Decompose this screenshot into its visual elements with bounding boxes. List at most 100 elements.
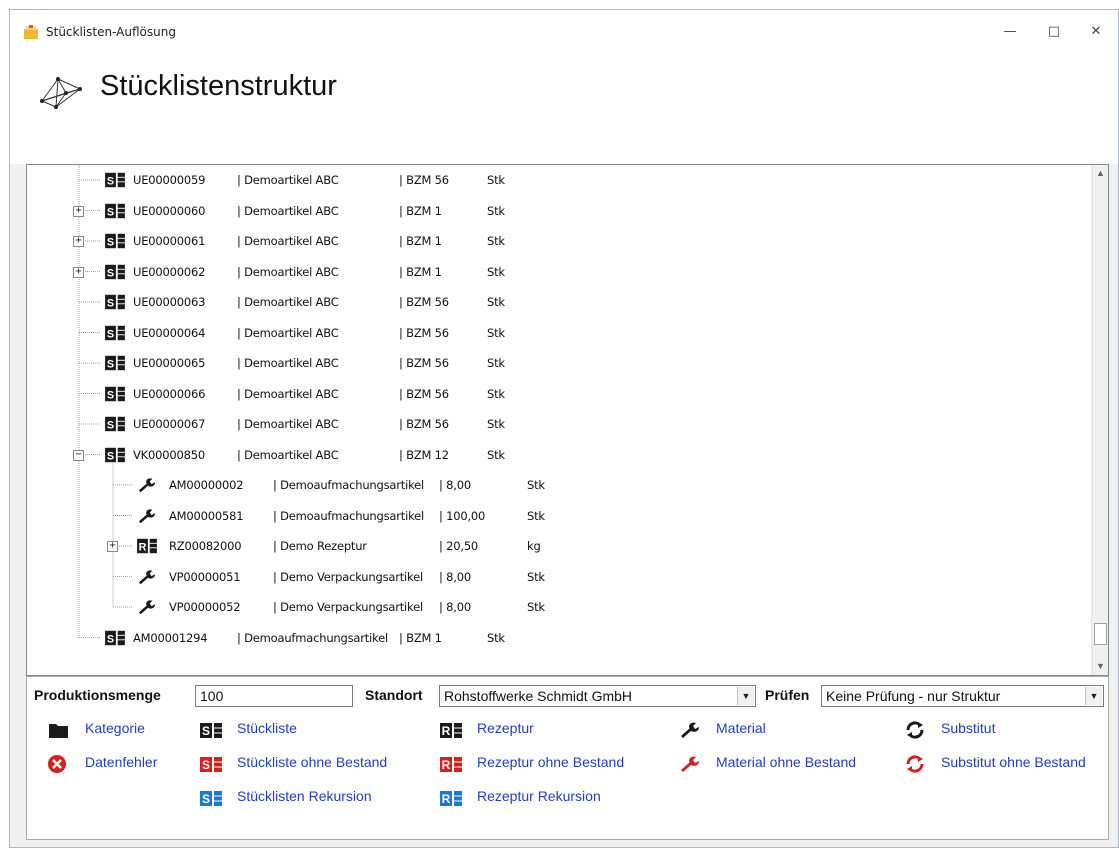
row-quantity: | BZM 56 bbox=[399, 356, 449, 370]
main-window: Stücklisten-Auflösung — □ ✕ Stücklistens… bbox=[9, 9, 1119, 848]
row-quantity: | BZM 56 bbox=[399, 386, 449, 401]
row-quantity: | 100,00 bbox=[439, 508, 486, 523]
svg-text:S: S bbox=[107, 450, 114, 462]
row-unit: Stk bbox=[487, 173, 505, 187]
row-name: | Demoartikel ABC bbox=[237, 203, 339, 218]
rezeptur-blue-icon: R bbox=[440, 791, 462, 806]
bom-tree-view[interactable]: S UE00000059 | Demoartikel ABC | BZM 56 Stk +… bbox=[26, 164, 1109, 676]
svg-text:S: S bbox=[107, 389, 114, 401]
scroll-down-arrow-icon[interactable]: ▼ bbox=[1092, 658, 1108, 675]
tree-row[interactable]: AM00000581 | Demoaufmachungsartikel | 100,… bbox=[27, 501, 1087, 531]
tree-row[interactable]: S UE00000067 | Demoartikel ABC | BZM 56 Stk bbox=[27, 409, 1087, 439]
svg-text:S: S bbox=[107, 328, 114, 340]
tree-row[interactable]: S UE00000065 | Demoartikel ABC | BZM 56 Stk bbox=[27, 348, 1087, 378]
svg-text:S: S bbox=[107, 298, 114, 310]
stueckliste-icon: S bbox=[103, 629, 127, 647]
tree-row[interactable]: S UE00000064 | Demoartikel ABC | BZM 56 Stk bbox=[27, 318, 1087, 348]
row-code: AM00000002 bbox=[169, 478, 244, 492]
bottom-panel: Produktionsmenge 100 Standort Rohstoffwe… bbox=[26, 676, 1109, 840]
tree-row[interactable]: VP00000052 | Demo Verpackungsartikel | 8,0… bbox=[27, 592, 1087, 622]
standort-select[interactable]: Rohstoffwerke Schmidt GmbH ▼ bbox=[439, 685, 756, 707]
svg-text:S: S bbox=[202, 758, 210, 772]
chevron-down-icon[interactable]: ▼ bbox=[737, 687, 754, 705]
legend-material-label: Material bbox=[716, 720, 766, 736]
row-unit: Stk bbox=[527, 508, 545, 523]
tree-row[interactable]: AM00000002 | Demoaufmachungsartikel | 8,00… bbox=[27, 470, 1087, 500]
stueckliste-icon: S bbox=[103, 415, 127, 433]
tree-row[interactable]: VP00000051 | Demo Verpackungsartikel | 8,0… bbox=[27, 562, 1087, 592]
row-code: UE00000064 bbox=[133, 325, 206, 340]
chevron-down-icon[interactable]: ▼ bbox=[1085, 687, 1102, 705]
pruefen-label: Prüfen bbox=[765, 687, 810, 703]
row-unit: Stk bbox=[527, 600, 545, 614]
expand-icon[interactable]: + bbox=[107, 541, 118, 552]
legend-datenfehler-label: Datenfehler bbox=[85, 754, 158, 770]
row-unit: Stk bbox=[487, 325, 505, 340]
svg-text:R: R bbox=[442, 758, 451, 772]
svg-text:R: R bbox=[442, 792, 451, 806]
scroll-up-arrow-icon[interactable]: ▲ bbox=[1092, 165, 1108, 182]
row-quantity: | BZM 56 bbox=[399, 295, 449, 309]
row-code: UE00000066 bbox=[133, 386, 206, 401]
row-code: AM00000581 bbox=[169, 508, 244, 523]
produktionsmenge-value: 100 bbox=[200, 688, 224, 704]
standort-value: Rohstoffwerke Schmidt GmbH bbox=[444, 688, 633, 704]
pruefen-select[interactable]: Keine Prüfung - nur Struktur ▼ bbox=[821, 685, 1104, 707]
legend-stueckliste-label: Stückliste bbox=[237, 720, 297, 736]
tree-row[interactable]: S AM00001294 | Demoaufmachungsartikel | BZM… bbox=[27, 623, 1087, 653]
expand-icon[interactable]: + bbox=[73, 205, 84, 217]
row-name: | Demoartikel ABC bbox=[237, 264, 339, 279]
row-unit: Stk bbox=[487, 417, 505, 431]
tree-row[interactable]: + R RZ00082000 | Demo Rezeptur | 20,50 kg bbox=[27, 531, 1087, 561]
tree-row[interactable]: S UE00000066 | Demoartikel ABC | BZM 56 Stk bbox=[27, 379, 1087, 409]
row-code: UE00000065 bbox=[133, 356, 206, 370]
stueckliste-icon: S bbox=[103, 202, 127, 220]
row-code: UE00000067 bbox=[133, 417, 206, 431]
wrench-red-icon bbox=[681, 756, 699, 772]
svg-text:S: S bbox=[107, 633, 114, 645]
tree-row[interactable]: + S UE00000062 | Demoartikel ABC | BZM 1 Stk bbox=[27, 257, 1087, 287]
tree-row[interactable]: + S UE00000060 | Demoartikel ABC | BZM 1 Stk bbox=[27, 196, 1087, 226]
scrollbar-thumb[interactable] bbox=[1094, 623, 1107, 645]
close-button[interactable]: ✕ bbox=[1086, 22, 1106, 42]
svg-text:S: S bbox=[107, 267, 114, 279]
row-quantity: | BZM 12 bbox=[399, 447, 449, 462]
tree-row[interactable]: + S UE00000061 | Demoartikel ABC | BZM 1 Stk bbox=[27, 226, 1087, 256]
row-quantity: | BZM 1 bbox=[399, 630, 442, 645]
tree-row[interactable]: − S VK00000850 | Demoartikel ABC | BZM 12 Stk bbox=[27, 440, 1087, 470]
tree-row[interactable]: S UE00000059 | Demoartikel ABC | BZM 56 Stk bbox=[27, 165, 1087, 195]
svg-text:S: S bbox=[202, 792, 210, 806]
row-unit: Stk bbox=[487, 234, 505, 248]
stueckliste-icon: S bbox=[103, 354, 127, 372]
maximize-button[interactable]: □ bbox=[1044, 22, 1064, 42]
tree-row[interactable]: S UE00000063 | Demoartikel ABC | BZM 56 Stk bbox=[27, 287, 1087, 317]
produktionsmenge-input[interactable]: 100 bbox=[195, 685, 353, 707]
row-quantity: | BZM 1 bbox=[399, 203, 442, 218]
wrench-icon bbox=[135, 476, 159, 494]
refresh-red-icon bbox=[906, 755, 924, 773]
expand-icon[interactable]: + bbox=[73, 236, 84, 247]
wrench-icon bbox=[135, 507, 159, 525]
refresh-icon bbox=[906, 721, 924, 739]
stueckliste-icon: S bbox=[103, 385, 127, 403]
row-quantity: | BZM 1 bbox=[399, 264, 442, 279]
expand-icon[interactable]: + bbox=[73, 266, 84, 278]
collapse-icon[interactable]: − bbox=[73, 449, 84, 461]
row-code: UE00000062 bbox=[133, 264, 206, 279]
legend-material-ohne-bestand-label: Material ohne Bestand bbox=[716, 754, 857, 770]
row-name: | Demo Verpackungsartikel bbox=[273, 569, 423, 584]
legend-rezeptur-label: Rezeptur bbox=[477, 720, 534, 736]
row-name: | Demoartikel ABC bbox=[237, 234, 339, 248]
row-unit: kg bbox=[527, 539, 541, 553]
row-quantity: | 8,00 bbox=[439, 478, 471, 492]
row-name: | Demo Verpackungsartikel bbox=[273, 600, 423, 614]
row-code: RZ00082000 bbox=[169, 539, 242, 553]
row-unit: Stk bbox=[527, 569, 545, 584]
page-title: Stücklistenstruktur bbox=[100, 70, 337, 102]
row-quantity: | BZM 56 bbox=[399, 417, 449, 431]
minimize-button[interactable]: — bbox=[1000, 22, 1020, 42]
vertical-scrollbar[interactable]: ▲ ▼ bbox=[1091, 165, 1108, 675]
row-code: UE00000063 bbox=[133, 295, 206, 309]
row-quantity: | BZM 56 bbox=[399, 173, 449, 187]
row-code: UE00000061 bbox=[133, 234, 206, 248]
